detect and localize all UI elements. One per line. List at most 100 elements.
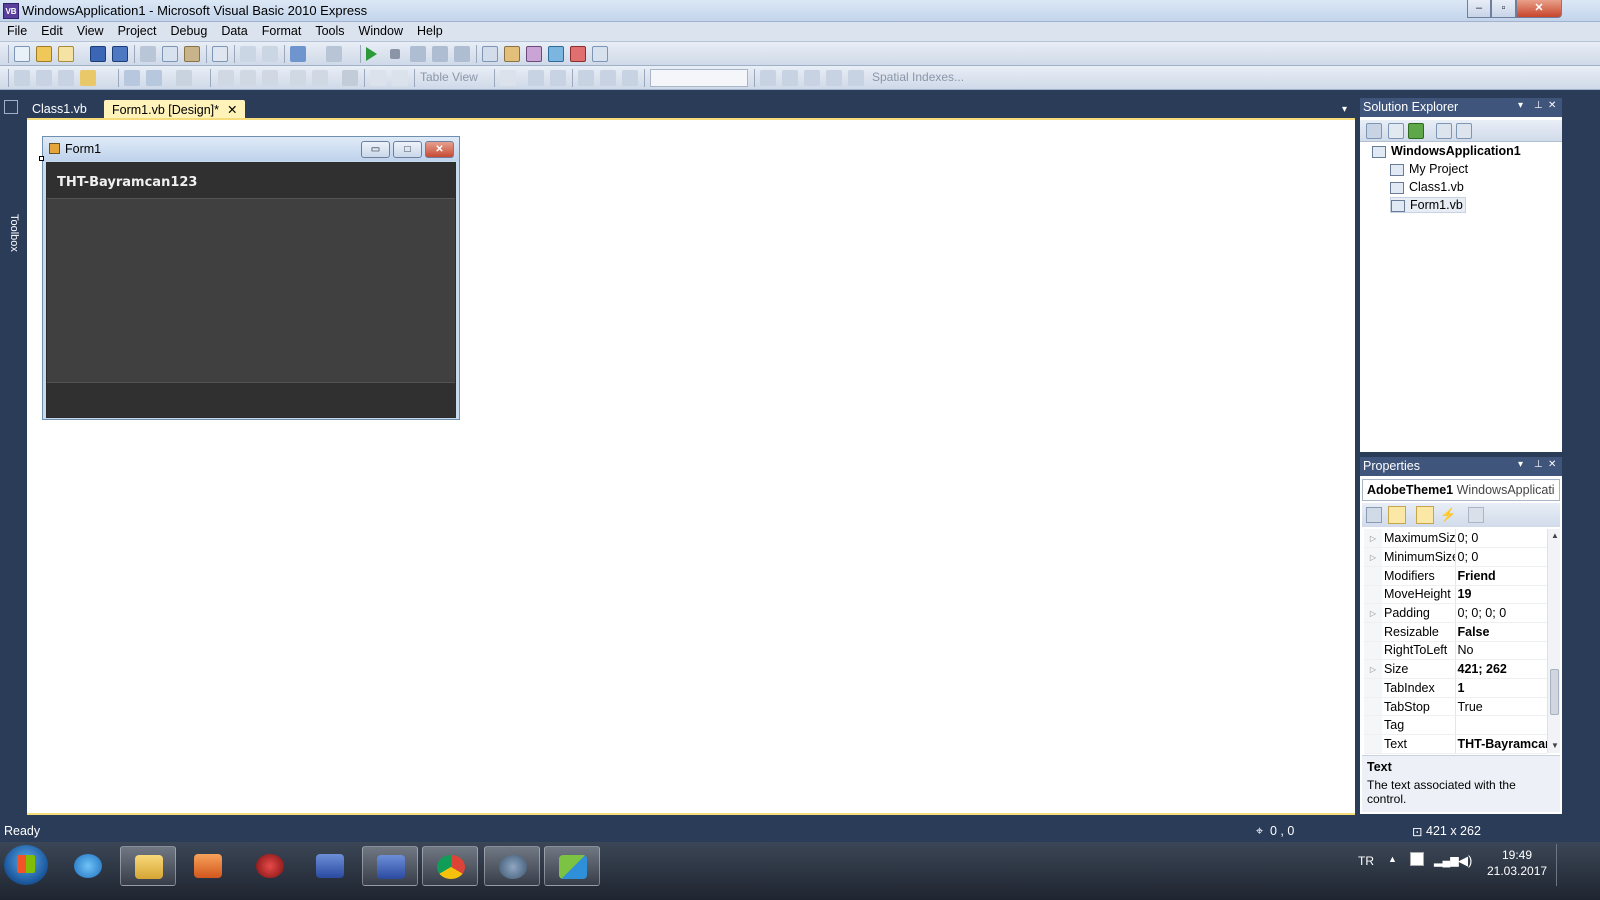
property-value[interactable]: [1454, 715, 1547, 736]
property-value[interactable]: Friend: [1454, 566, 1547, 586]
solution-explorer-icon[interactable]: [482, 46, 498, 62]
toolbox-strip[interactable]: Toolbox: [0, 96, 22, 818]
toolbar-combo-box[interactable]: [650, 69, 748, 87]
taskbar-visual-basic[interactable]: [302, 846, 358, 886]
relationships-icon[interactable]: [290, 70, 306, 86]
tab-order-icon[interactable]: [262, 70, 278, 86]
rename-icon[interactable]: [392, 70, 408, 86]
group-by-icon[interactable]: [550, 70, 566, 86]
column-icon[interactable]: [528, 70, 544, 86]
property-value[interactable]: No: [1454, 641, 1547, 661]
indexes-icon[interactable]: [312, 70, 328, 86]
property-row[interactable]: RightToLeft No: [1364, 641, 1547, 661]
close-tab-icon[interactable]: ✕: [227, 103, 237, 117]
alphabetical-icon[interactable]: [1388, 506, 1406, 524]
taskbar-internet-explorer[interactable]: [60, 846, 116, 886]
property-row[interactable]: TabStop True: [1364, 697, 1547, 717]
add-table-icon[interactable]: [782, 70, 798, 86]
add-item-icon[interactable]: [58, 46, 74, 62]
dropdown-icon[interactable]: ▾: [1518, 459, 1523, 470]
toolbox-icon[interactable]: [526, 46, 542, 62]
taskbar-visual-basic-active[interactable]: [362, 846, 418, 886]
tab-form1-design[interactable]: Form1.vb [Design]* ✕: [104, 100, 246, 120]
close-icon[interactable]: ✕: [1548, 100, 1556, 111]
grid-icon[interactable]: [124, 70, 140, 86]
window-minimize-button[interactable]: –: [1467, 0, 1491, 18]
stop-debugging-icon[interactable]: [390, 49, 400, 59]
spatial-indexes-button[interactable]: Spatial Indexes...: [872, 70, 964, 84]
expand-arrow-icon[interactable]: ▷: [1364, 659, 1382, 679]
align-centers-icon[interactable]: [36, 70, 52, 86]
property-value[interactable]: 0; 0: [1454, 529, 1547, 549]
scroll-up-icon[interactable]: ▲: [1551, 531, 1559, 540]
property-value[interactable]: 0; 0; 0; 0: [1454, 603, 1547, 623]
property-row[interactable]: Modifiers Friend: [1364, 566, 1547, 586]
menu-debug[interactable]: Debug: [163, 22, 214, 40]
form-maximize-button[interactable]: □: [393, 141, 422, 158]
show-desktop-button[interactable]: [1556, 844, 1566, 886]
tree-item-solution[interactable]: WindowsApplication1: [1372, 144, 1521, 158]
taskbar-app-red[interactable]: [242, 846, 298, 886]
tree-item-form1[interactable]: Form1.vb: [1390, 197, 1466, 213]
save-icon[interactable]: [90, 46, 106, 62]
scroll-down-icon[interactable]: ▼: [1551, 741, 1559, 750]
manage-icon[interactable]: [342, 70, 358, 86]
change-type-icon[interactable]: [826, 70, 842, 86]
menu-format[interactable]: Format: [255, 22, 309, 40]
taskbar-media-player[interactable]: [180, 846, 236, 886]
taskbar-teamspeak[interactable]: [484, 846, 540, 886]
property-value[interactable]: 0; 0: [1454, 547, 1547, 567]
paste-icon[interactable]: [184, 46, 200, 62]
window-maximize-button[interactable]: ▫: [1491, 0, 1516, 18]
adobe-theme-control[interactable]: THT-Bayramcan123: [46, 162, 456, 418]
clock-date[interactable]: 21.03.2017: [1487, 864, 1547, 878]
view-designer-icon[interactable]: [1456, 123, 1472, 139]
start-button[interactable]: [4, 845, 48, 885]
window-close-button[interactable]: ✕: [1516, 0, 1562, 18]
pin-icon[interactable]: ⊥: [1534, 100, 1543, 111]
copy-icon[interactable]: [162, 46, 178, 62]
property-value[interactable]: 421; 262: [1454, 659, 1547, 679]
property-row[interactable]: ▷ MaximumSize 0; 0: [1364, 529, 1547, 549]
property-row[interactable]: TextTHT-Bayramcan123: [1364, 734, 1547, 754]
step-into-icon[interactable]: [410, 46, 426, 62]
menu-project[interactable]: Project: [111, 22, 164, 40]
menu-tools[interactable]: Tools: [308, 22, 351, 40]
form-minimize-button[interactable]: ▭: [361, 141, 390, 158]
undo-icon[interactable]: [290, 46, 306, 62]
property-row[interactable]: MoveHeight 19: [1364, 585, 1547, 605]
object-browser-icon[interactable]: [548, 46, 564, 62]
error-list-icon[interactable]: [570, 46, 586, 62]
menu-help[interactable]: Help: [410, 22, 450, 40]
lock-controls-icon[interactable]: [80, 70, 96, 86]
property-value[interactable]: 19: [1454, 585, 1547, 605]
find-icon[interactable]: [212, 46, 228, 62]
selection-handle[interactable]: [39, 156, 44, 161]
network-icon[interactable]: ▂▄▆: [1434, 854, 1459, 867]
taskbar-chrome[interactable]: [422, 846, 478, 886]
results-pane-icon[interactable]: [622, 70, 638, 86]
close-icon[interactable]: ✕: [1548, 459, 1556, 470]
properties-view-icon[interactable]: [1416, 506, 1434, 524]
save-all-icon[interactable]: [112, 46, 128, 62]
tree-item-my-project[interactable]: My Project: [1390, 162, 1468, 176]
align-rights-icon[interactable]: [58, 70, 74, 86]
expand-arrow-icon[interactable]: ▷: [1364, 547, 1382, 567]
add-derived-table-icon[interactable]: [804, 70, 820, 86]
cut-icon[interactable]: [140, 46, 156, 62]
refresh-icon[interactable]: [1408, 123, 1424, 139]
tab-overflow-icon[interactable]: ▾: [1342, 104, 1347, 115]
taskbar-app-green[interactable]: [544, 846, 600, 886]
menu-view[interactable]: View: [70, 22, 111, 40]
generate-script-icon[interactable]: [848, 70, 864, 86]
show-all-files-icon[interactable]: [1388, 123, 1404, 139]
property-value[interactable]: THT-Bayramcan123: [1454, 734, 1547, 754]
bring-front-icon[interactable]: [218, 70, 234, 86]
open-folder-icon[interactable]: [36, 46, 52, 62]
property-row[interactable]: Resizable False: [1364, 622, 1547, 642]
uncomment-icon[interactable]: [262, 46, 278, 62]
filter-icon[interactable]: [370, 70, 386, 86]
language-indicator[interactable]: TR: [1358, 854, 1374, 868]
form-close-button[interactable]: ✕: [425, 141, 454, 158]
property-row[interactable]: ▷ MinimumSize 0; 0: [1364, 547, 1547, 567]
